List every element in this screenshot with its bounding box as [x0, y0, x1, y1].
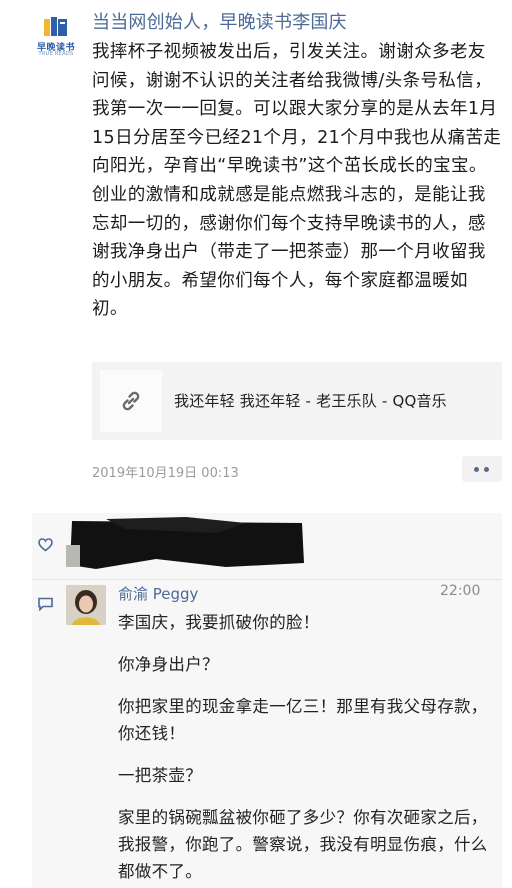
- logo-subtitle: TRUE READS: [38, 51, 74, 57]
- commenter-avatar[interactable]: [66, 585, 106, 625]
- more-dots-icon: [474, 467, 479, 472]
- link-icon: [122, 391, 140, 411]
- moment-post: 早晚读书 TRUE READS 当当网创始人，早晚读书李国庆 我摔杯子视频被发出…: [0, 0, 512, 494]
- divider: [32, 579, 502, 580]
- more-dots-icon: [484, 467, 489, 472]
- portrait-image: [66, 585, 106, 625]
- book-logo-icon: [44, 17, 67, 36]
- comment-icon: [38, 597, 53, 611]
- more-options-button[interactable]: [462, 456, 502, 482]
- share-title: 我还年轻 我还年轻 - 老王乐队 - QQ音乐: [174, 392, 447, 410]
- comment-paragraph: 你净身出户？: [118, 655, 219, 674]
- likes-and-comments-panel: 俞渝 Peggy 22:00 李国庆，我要抓破你的脸！ 你净身出户？ 你把家里的…: [32, 513, 502, 888]
- post-author-name[interactable]: 当当网创始人，早晚读书李国庆: [92, 8, 347, 34]
- heart-icon: [38, 538, 53, 552]
- post-timestamp: 2019年10月19日 00:13: [92, 466, 239, 481]
- shared-music-card[interactable]: 我还年轻 我还年轻 - 老王乐队 - QQ音乐: [92, 362, 502, 440]
- comment-paragraph: 李国庆，我要抓破你的脸！: [118, 613, 320, 632]
- post-content: 我摔杯子视频被发出后，引发关注。谢谢众多老友问候，谢谢不认识的关注者给我微博/头…: [92, 42, 502, 320]
- comment-paragraph: 你把家里的现金拿走一亿三！那里有我父母存款，你还钱！: [118, 697, 488, 743]
- comment-paragraph: 一把茶壶？: [118, 766, 202, 785]
- comment-time: 22:00: [440, 583, 481, 599]
- comment-text: 李国庆，我要抓破你的脸！ 你净身出户？ 你把家里的现金拿走一亿三！那里有我父母存…: [118, 609, 498, 885]
- redacted-like-avatars: [66, 517, 304, 569]
- commenter-name[interactable]: 俞渝 Peggy: [118, 583, 198, 604]
- likes-row: [32, 513, 502, 579]
- comment-paragraph: 家里的锅碗瓢盆被你砸了多少？你有次砸家之后，我报警，你跑了。警察说，我没有明显伤…: [118, 808, 488, 881]
- author-avatar[interactable]: 早晚读书 TRUE READS: [34, 14, 78, 58]
- share-thumbnail: [100, 370, 162, 432]
